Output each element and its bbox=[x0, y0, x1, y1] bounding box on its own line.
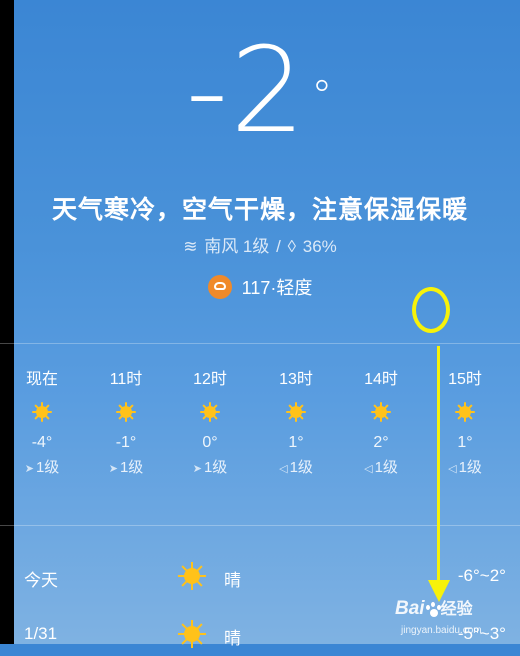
watermark-text: 经验 bbox=[440, 601, 473, 618]
baidu-watermark: Bai百经验 jingyan.baidu.com bbox=[395, 595, 510, 639]
hour-column: 13时 1° ◁ 1级 bbox=[256, 368, 336, 480]
sun-icon bbox=[371, 402, 391, 422]
wind-direction-icon: ◁ bbox=[279, 463, 288, 475]
annotation-circle bbox=[412, 287, 450, 333]
hour-temperature: 1° bbox=[288, 434, 304, 451]
hour-time: 13时 bbox=[279, 371, 313, 388]
separator: / bbox=[276, 237, 281, 256]
hour-wind: ➤ 1级 bbox=[170, 456, 250, 480]
hour-wind-level: 1级 bbox=[203, 459, 228, 476]
hour-column: 现在 -4° ➤ 1级 bbox=[2, 368, 82, 480]
sun-icon bbox=[200, 402, 220, 422]
hour-temperature: -1° bbox=[115, 434, 137, 451]
hour-column: 14时 2° ◁ 1级 bbox=[341, 368, 421, 480]
watermark-url: jingyan.baidu.com bbox=[401, 625, 482, 636]
degree-symbol: ° bbox=[311, 71, 335, 120]
hour-wind: ➤ 1级 bbox=[86, 456, 166, 480]
hour-wind-level: 1级 bbox=[458, 459, 482, 476]
day-condition: 晴 bbox=[224, 629, 241, 648]
hour-column: 11时 -1° ➤ 1级 bbox=[86, 368, 166, 480]
humidity-text: 36% bbox=[302, 237, 337, 256]
sun-icon bbox=[116, 402, 136, 422]
sun-icon bbox=[178, 562, 206, 590]
hour-temperature: 0° bbox=[202, 434, 218, 451]
weather-advice: 天气寒冷，空气干燥，注意保湿保暖 bbox=[51, 196, 468, 224]
hour-time: 11时 bbox=[109, 371, 143, 388]
wind-direction-icon: ➤ bbox=[108, 463, 118, 475]
annotation-arrow-line bbox=[437, 346, 440, 586]
wind-direction-icon: ➤ bbox=[192, 463, 202, 475]
wind-humidity-row: ≋ 南风 1级 / ◊ 36% bbox=[0, 232, 520, 257]
wind-direction-icon: ➤ bbox=[24, 463, 34, 475]
wind-text: 南风 1级 bbox=[204, 237, 270, 256]
wind-direction-icon: ◁ bbox=[364, 463, 373, 475]
hour-wind: ◁ 1级 bbox=[256, 456, 336, 480]
paw-icon bbox=[425, 601, 441, 618]
hour-column: 12时 0° ➤ 1级 bbox=[170, 368, 250, 480]
day-label: 今天 bbox=[24, 571, 58, 590]
hour-time: 12时 bbox=[193, 371, 227, 388]
hour-wind-level: 1级 bbox=[289, 459, 313, 476]
hour-wind-level: 1级 bbox=[35, 459, 60, 476]
sun-icon bbox=[455, 402, 475, 422]
temperature-value: -2 bbox=[185, 21, 308, 159]
hour-temperature: -4° bbox=[31, 434, 53, 451]
divider-top bbox=[0, 343, 520, 344]
wind-direction-icon: ◁ bbox=[448, 463, 457, 475]
divider-bottom bbox=[0, 525, 520, 526]
wind-icon: ≋ bbox=[183, 237, 198, 256]
mask-icon bbox=[207, 275, 232, 300]
hour-temperature: 2° bbox=[373, 434, 389, 451]
hour-time: 现在 bbox=[25, 371, 58, 388]
droplet-icon: ◊ bbox=[287, 237, 296, 256]
sun-icon bbox=[286, 402, 306, 422]
hour-wind: ◁ 1级 bbox=[341, 456, 421, 480]
hour-wind-level: 1级 bbox=[374, 459, 398, 476]
current-temperature: -2° bbox=[0, 20, 520, 160]
sun-icon bbox=[32, 402, 52, 422]
baidu-logo: Bai bbox=[395, 598, 425, 619]
hour-wind-level: 1级 bbox=[119, 459, 144, 476]
aqi-text: 117·轻度 bbox=[241, 278, 313, 298]
day-temperature-range: -6°~2° bbox=[457, 566, 506, 585]
hourly-forecast[interactable]: 现在 -4° ➤ 1级 11时 -1° ➤ 1级 12时 0° ➤ 1级 13时 1°… bbox=[0, 368, 520, 498]
hour-time: 14时 bbox=[364, 371, 398, 388]
day-label: 1/31 bbox=[24, 624, 58, 643]
hour-wind: ➤ 1级 bbox=[2, 456, 82, 480]
day-condition: 晴 bbox=[224, 571, 241, 590]
